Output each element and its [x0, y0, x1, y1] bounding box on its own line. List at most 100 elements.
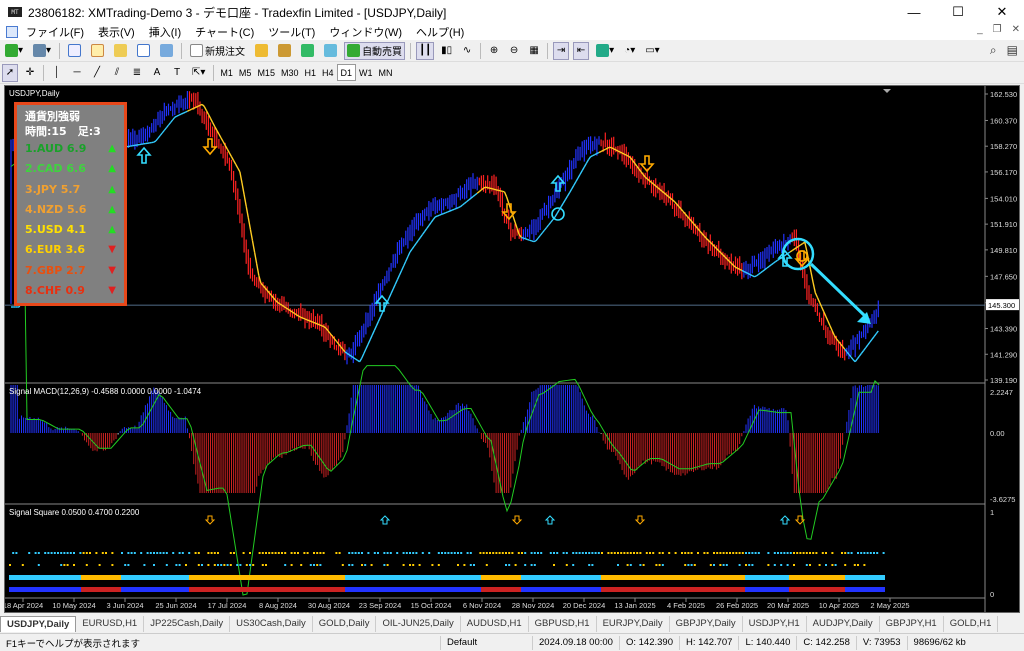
- market-watch-icon[interactable]: [65, 42, 84, 60]
- bar-chart-icon[interactable]: ┃┃: [416, 41, 435, 60]
- timeframe-w1[interactable]: W1: [356, 64, 376, 81]
- chart-window[interactable]: 162.530 160.370 158.270 156.170 154.010 151.9…: [4, 85, 1020, 613]
- square-dot: [229, 564, 232, 566]
- data-window-icon[interactable]: [88, 42, 107, 60]
- square-bar: [749, 587, 753, 592]
- square-dot: [450, 552, 453, 554]
- close-button[interactable]: ✕: [980, 0, 1024, 24]
- navigator-icon[interactable]: [111, 42, 130, 60]
- vps-icon[interactable]: [321, 42, 340, 60]
- chart-tab[interactable]: USDJPY,Daily: [0, 616, 77, 632]
- timeframe-h1[interactable]: H1: [301, 64, 319, 81]
- vertical-line-icon[interactable]: │: [49, 64, 65, 82]
- chart-tab[interactable]: GOLD,H1: [944, 616, 999, 632]
- new-order-button[interactable]: 新規注文: [187, 42, 248, 60]
- timeframe-m15[interactable]: M15: [254, 64, 278, 81]
- chart-tab[interactable]: US30Cash,Daily: [230, 616, 313, 632]
- moving-average-line: [596, 151, 600, 155]
- chart-tab[interactable]: GOLD,Daily: [313, 616, 377, 632]
- periods-icon[interactable]: ◔▾: [621, 42, 638, 60]
- chart-tab[interactable]: OIL-JUN25,Daily: [376, 616, 461, 632]
- crosshair-icon[interactable]: ✛: [22, 64, 38, 82]
- mdi-restore-icon[interactable]: ❐: [993, 24, 1002, 35]
- chart-tab[interactable]: AUDJPY,Daily: [807, 616, 880, 632]
- candlestick-icon[interactable]: ▮▯: [438, 42, 455, 60]
- text-icon[interactable]: A: [149, 64, 165, 82]
- square-bar: [589, 575, 593, 580]
- tester-icon[interactable]: [157, 42, 176, 60]
- square-bar: [249, 587, 253, 592]
- moving-average-line: [159, 132, 163, 137]
- square-dot: [773, 552, 776, 554]
- square-dot: [405, 552, 408, 554]
- square-bar: [353, 587, 357, 592]
- chat-icon[interactable]: ▤: [1007, 43, 1018, 58]
- moving-average-line: [820, 306, 825, 312]
- search-icon[interactable]: ⌕: [990, 43, 997, 58]
- chart-tab[interactable]: EURUSD,H1: [76, 616, 145, 632]
- square-bar: [769, 587, 773, 592]
- text-label-icon[interactable]: T: [169, 64, 185, 82]
- square-bar: [621, 587, 625, 592]
- menu-file[interactable]: ファイル(F): [26, 24, 84, 40]
- trendline-icon[interactable]: ╱: [89, 64, 105, 82]
- chart-tab[interactable]: JP225Cash,Daily: [144, 616, 231, 632]
- metaeditor-icon[interactable]: [252, 42, 271, 60]
- chart-tab[interactable]: GBPUSD,H1: [529, 616, 597, 632]
- timeframe-m5[interactable]: M5: [236, 64, 255, 81]
- chart-shift-icon[interactable]: ⇤: [573, 41, 590, 60]
- timeframe-d1[interactable]: D1: [336, 64, 357, 81]
- profiles-icon[interactable]: ▾: [30, 42, 54, 60]
- square-dot: [447, 552, 450, 554]
- zoom-out-icon[interactable]: ⊖: [506, 42, 522, 60]
- cursor-icon[interactable]: ➚: [2, 63, 18, 82]
- menu-window[interactable]: ウィンドウ(W): [329, 24, 402, 40]
- square-dot: [485, 552, 488, 554]
- moving-average-line: [163, 127, 167, 131]
- chart-canvas[interactable]: 162.530 160.370 158.270 156.170 154.010 151.9…: [5, 86, 1019, 612]
- chart-tab[interactable]: USDJPY,H1: [743, 616, 807, 632]
- signals-icon[interactable]: [275, 42, 294, 60]
- auto-trading-button[interactable]: 自動売買: [344, 41, 406, 60]
- square-bar: [185, 587, 189, 592]
- mdi-close-icon[interactable]: ✕: [1012, 24, 1020, 35]
- tile-windows-icon[interactable]: ▦: [526, 42, 542, 60]
- moving-average-line: [598, 150, 602, 154]
- chart-tab[interactable]: GBPJPY,Daily: [670, 616, 743, 632]
- chart-tab[interactable]: GBPJPY,H1: [880, 616, 944, 632]
- horizontal-line-icon[interactable]: ─: [69, 64, 85, 82]
- line-chart-icon[interactable]: ∿: [459, 42, 475, 60]
- square-bar: [721, 587, 725, 592]
- square-bar: [797, 575, 801, 580]
- square-bar: [601, 575, 605, 580]
- menu-charts[interactable]: チャート(C): [195, 24, 254, 40]
- new-chart-icon[interactable]: ▾: [2, 42, 26, 60]
- square-dot: [703, 552, 706, 554]
- document-icon[interactable]: [6, 26, 18, 38]
- market-icon[interactable]: [298, 42, 317, 60]
- menu-tools[interactable]: ツール(T): [268, 24, 315, 40]
- maximize-button[interactable]: ☐: [936, 0, 980, 24]
- square-dot: [713, 552, 715, 554]
- arrows-icon[interactable]: ⇱▾: [189, 64, 208, 82]
- terminal-icon[interactable]: [134, 42, 153, 60]
- menu-insert[interactable]: 挿入(I): [149, 24, 181, 40]
- timeframe-mn[interactable]: MN: [376, 64, 396, 81]
- minimize-button[interactable]: —: [892, 0, 936, 24]
- square-dot: [73, 552, 75, 554]
- auto-scroll-icon[interactable]: ⇥: [553, 41, 570, 60]
- menu-view[interactable]: 表示(V): [98, 24, 135, 40]
- zoom-in-icon[interactable]: ⊕: [486, 42, 502, 60]
- indicators-icon[interactable]: ▾: [593, 42, 617, 60]
- mdi-minimize-icon[interactable]: _: [977, 24, 983, 35]
- timeframe-m30[interactable]: M30: [278, 64, 302, 81]
- fibonacci-icon[interactable]: ≣: [129, 64, 145, 82]
- timeframe-h4[interactable]: H4: [319, 64, 337, 81]
- templates-icon[interactable]: ▭▾: [642, 42, 662, 60]
- timeframe-m1[interactable]: M1: [217, 64, 236, 81]
- channel-icon[interactable]: ⫽: [109, 64, 125, 82]
- chart-tab[interactable]: EURJPY,Daily: [597, 616, 670, 632]
- price-tick-label: 141.290: [990, 350, 1017, 359]
- menu-help[interactable]: ヘルプ(H): [416, 24, 464, 40]
- chart-tab[interactable]: AUDUSD,H1: [461, 616, 529, 632]
